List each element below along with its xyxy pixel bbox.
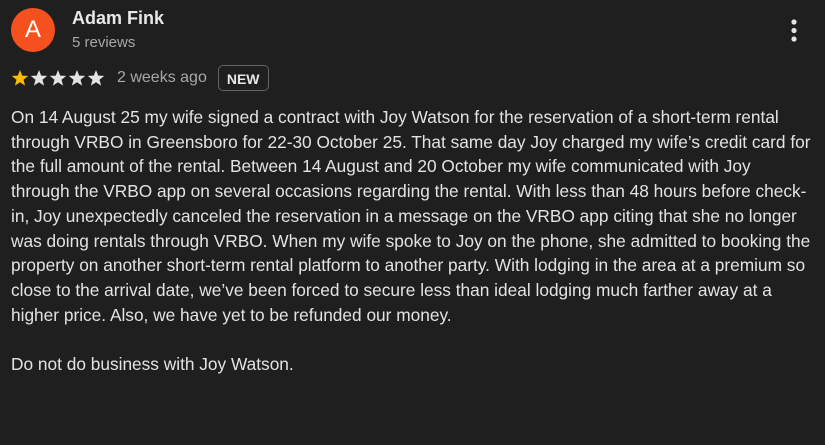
- review-card: A Adam Fink 5 reviews 2 weeks ago NEW On…: [0, 0, 825, 445]
- avatar[interactable]: A: [11, 8, 55, 52]
- star-empty-icon: [30, 69, 48, 87]
- review-time: 2 weeks ago: [117, 69, 207, 86]
- more-options-button[interactable]: [782, 16, 806, 48]
- star-empty-icon: [49, 69, 67, 87]
- more-vertical-icon: [791, 19, 797, 42]
- new-badge: NEW: [217, 65, 269, 91]
- star-empty-icon: [68, 69, 86, 87]
- star-rating: [11, 69, 105, 87]
- rating-row: 2 weeks ago NEW: [11, 64, 269, 92]
- star-empty-icon: [87, 69, 105, 87]
- reviewer-name[interactable]: Adam Fink: [72, 8, 164, 29]
- review-text: On 14 August 25 my wife signed a contrac…: [11, 107, 811, 375]
- reviewer-review-count: 5 reviews: [72, 34, 136, 51]
- star-filled-icon: [11, 69, 29, 87]
